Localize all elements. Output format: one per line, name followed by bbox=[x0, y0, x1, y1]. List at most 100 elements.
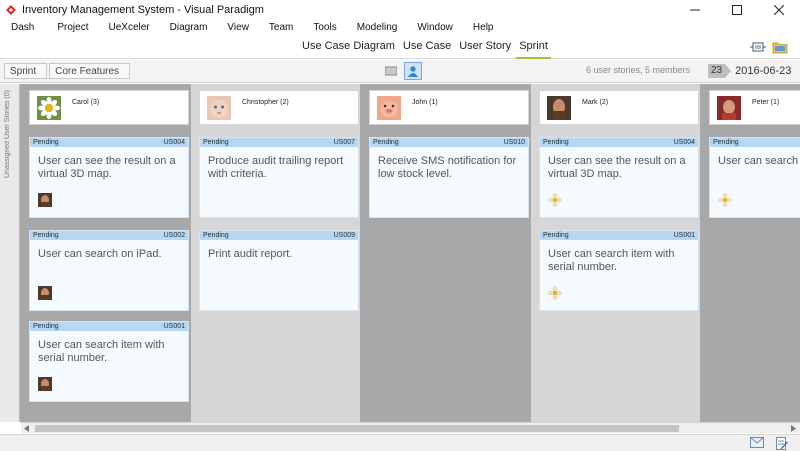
mail-icon bbox=[750, 437, 764, 448]
list-view-button[interactable] bbox=[382, 62, 400, 80]
member-card[interactable]: John (1) bbox=[369, 90, 529, 125]
story-card[interactable]: Pending US009 Print audit report. bbox=[199, 230, 359, 311]
breadcrumb-sprint[interactable]: Sprint bbox=[4, 63, 48, 79]
message-button[interactable] bbox=[750, 437, 764, 451]
story-status: Pending bbox=[203, 232, 229, 239]
story-text: User can see the result on a virtual 3D … bbox=[548, 155, 686, 180]
fit-diagram-icon bbox=[750, 42, 766, 52]
tab-user-story[interactable]: User Story bbox=[455, 36, 515, 59]
story-id: US004 bbox=[163, 139, 185, 146]
scroll-right-button[interactable] bbox=[788, 423, 800, 434]
flower-avatar-icon bbox=[37, 96, 61, 120]
member-name: Carol (3) bbox=[72, 99, 100, 106]
menu-project[interactable]: Project bbox=[57, 22, 88, 33]
menu-tools[interactable]: Tools bbox=[313, 22, 336, 33]
breadcrumb-core-features[interactable]: Core Features bbox=[49, 63, 131, 79]
story-status: Pending bbox=[33, 139, 59, 146]
menu-dash[interactable]: Dash bbox=[11, 22, 34, 33]
sprint-summary: 6 user stories, 5 members bbox=[585, 65, 690, 75]
flower-avatar-icon bbox=[548, 286, 562, 300]
day-badge: 23 bbox=[708, 64, 726, 78]
horizontal-scrollbar[interactable] bbox=[21, 422, 800, 433]
baby-avatar-icon bbox=[207, 96, 231, 120]
open-folder-button[interactable] bbox=[772, 40, 788, 57]
story-text: Produce audit trailing report with crite… bbox=[208, 155, 344, 180]
man-red-avatar-icon bbox=[717, 96, 741, 120]
member-name: Peter (1) bbox=[752, 99, 780, 106]
close-icon bbox=[774, 4, 784, 15]
status-bar bbox=[0, 434, 800, 451]
notes-button[interactable] bbox=[776, 437, 788, 451]
story-id: US007 bbox=[333, 139, 355, 146]
member-lane-john: John (1) Pending US010 Receive SMS notifi… bbox=[361, 84, 530, 422]
menu-uexceler[interactable]: UeXceler bbox=[108, 22, 149, 33]
story-status: Pending bbox=[373, 139, 399, 146]
story-status: Pending bbox=[33, 323, 59, 330]
sprint-board: Unassigned User Stories (0) Carol (3) Pe… bbox=[0, 84, 800, 422]
tab-use-case[interactable]: Use Case bbox=[399, 36, 455, 59]
minimize-button[interactable] bbox=[674, 0, 716, 19]
story-card[interactable]: Pending US004 User can see the result on … bbox=[29, 137, 189, 218]
date-arrow-icon bbox=[725, 64, 732, 78]
member-lane-carol: Carol (3) Pending US004 User can see the … bbox=[21, 84, 190, 422]
story-id: US001 bbox=[163, 323, 185, 330]
chevron-left-icon bbox=[24, 425, 29, 432]
story-card[interactable]: Pending US002 User can search on iPad. bbox=[29, 230, 189, 311]
scroll-left-button[interactable] bbox=[21, 423, 33, 434]
member-name: John (1) bbox=[412, 99, 438, 106]
tab-sprint[interactable]: Sprint bbox=[515, 36, 552, 59]
member-card[interactable]: Carol (3) bbox=[29, 90, 189, 125]
menu-window[interactable]: Window bbox=[417, 22, 453, 33]
member-card[interactable]: Christopher (2) bbox=[199, 90, 359, 125]
story-card[interactable]: Pending US007 Produce audit trailing repo… bbox=[199, 137, 359, 218]
story-id: US001 bbox=[673, 232, 695, 239]
title-bar: Inventory Management System - Visual Par… bbox=[0, 0, 800, 19]
story-card[interactable]: Pending US001 User can search item with s… bbox=[29, 321, 189, 402]
date-text: 2016-06-23 bbox=[735, 65, 792, 77]
member-lane-mark: Mark (2) Pending US004 User can see the r… bbox=[531, 84, 700, 422]
story-card[interactable]: Pending US010 Receive SMS notification fo… bbox=[369, 137, 529, 218]
story-id: US004 bbox=[673, 139, 695, 146]
document-edit-icon bbox=[776, 437, 788, 450]
story-text: User can search on iPad. bbox=[38, 248, 162, 260]
list-view-icon bbox=[385, 66, 397, 76]
maximize-button[interactable] bbox=[716, 0, 758, 19]
member-card[interactable]: Peter (1) bbox=[709, 90, 800, 125]
flower-avatar-icon bbox=[548, 193, 562, 207]
story-id: US009 bbox=[333, 232, 355, 239]
story-text: Receive SMS notification for low stock l… bbox=[378, 155, 517, 180]
story-status: Pending bbox=[543, 139, 569, 146]
flower-avatar-icon bbox=[718, 193, 732, 207]
member-card[interactable]: Mark (2) bbox=[539, 90, 699, 125]
story-card[interactable]: Pending User can search on bbox=[709, 137, 800, 218]
app-logo-icon bbox=[6, 4, 16, 15]
menu-diagram[interactable]: Diagram bbox=[170, 22, 208, 33]
story-id: US010 bbox=[503, 139, 525, 146]
menu-modeling[interactable]: Modeling bbox=[357, 22, 398, 33]
sprint-toolbar: Sprint Core Features 6 user stories, 5 m… bbox=[0, 60, 800, 83]
story-card[interactable]: Pending US004 User can see the result on … bbox=[539, 137, 699, 218]
breadcrumb: Sprint Core Features bbox=[4, 63, 132, 79]
piglet-avatar-icon bbox=[377, 96, 401, 120]
story-text: Print audit report. bbox=[208, 248, 293, 260]
menu-team[interactable]: Team bbox=[269, 22, 293, 33]
member-view-button[interactable] bbox=[404, 62, 422, 80]
tab-use-case-diagram[interactable]: Use Case Diagram bbox=[298, 36, 399, 59]
sprint-date[interactable]: 23 2016-06-23 bbox=[708, 63, 791, 79]
story-id: US002 bbox=[163, 232, 185, 239]
menu-help[interactable]: Help bbox=[473, 22, 494, 33]
menu-view[interactable]: View bbox=[227, 22, 249, 33]
story-status: Pending bbox=[543, 232, 569, 239]
window-title: Inventory Management System - Visual Par… bbox=[22, 3, 264, 16]
fit-diagram-button[interactable] bbox=[750, 40, 766, 57]
member-lane-christopher: Christopher (2) Pending US007 Produce aud… bbox=[191, 84, 360, 422]
unassigned-panel[interactable]: Unassigned User Stories (0) bbox=[0, 84, 20, 422]
close-button[interactable] bbox=[758, 0, 800, 19]
story-text: User can see the result on a virtual 3D … bbox=[38, 155, 176, 180]
story-card[interactable]: Pending US001 User can search item with s… bbox=[539, 230, 699, 311]
man-avatar-icon bbox=[38, 286, 52, 300]
story-status: Pending bbox=[713, 139, 739, 146]
man-avatar-icon bbox=[547, 96, 571, 120]
scroll-thumb[interactable] bbox=[35, 425, 679, 432]
member-name: Mark (2) bbox=[582, 99, 609, 106]
